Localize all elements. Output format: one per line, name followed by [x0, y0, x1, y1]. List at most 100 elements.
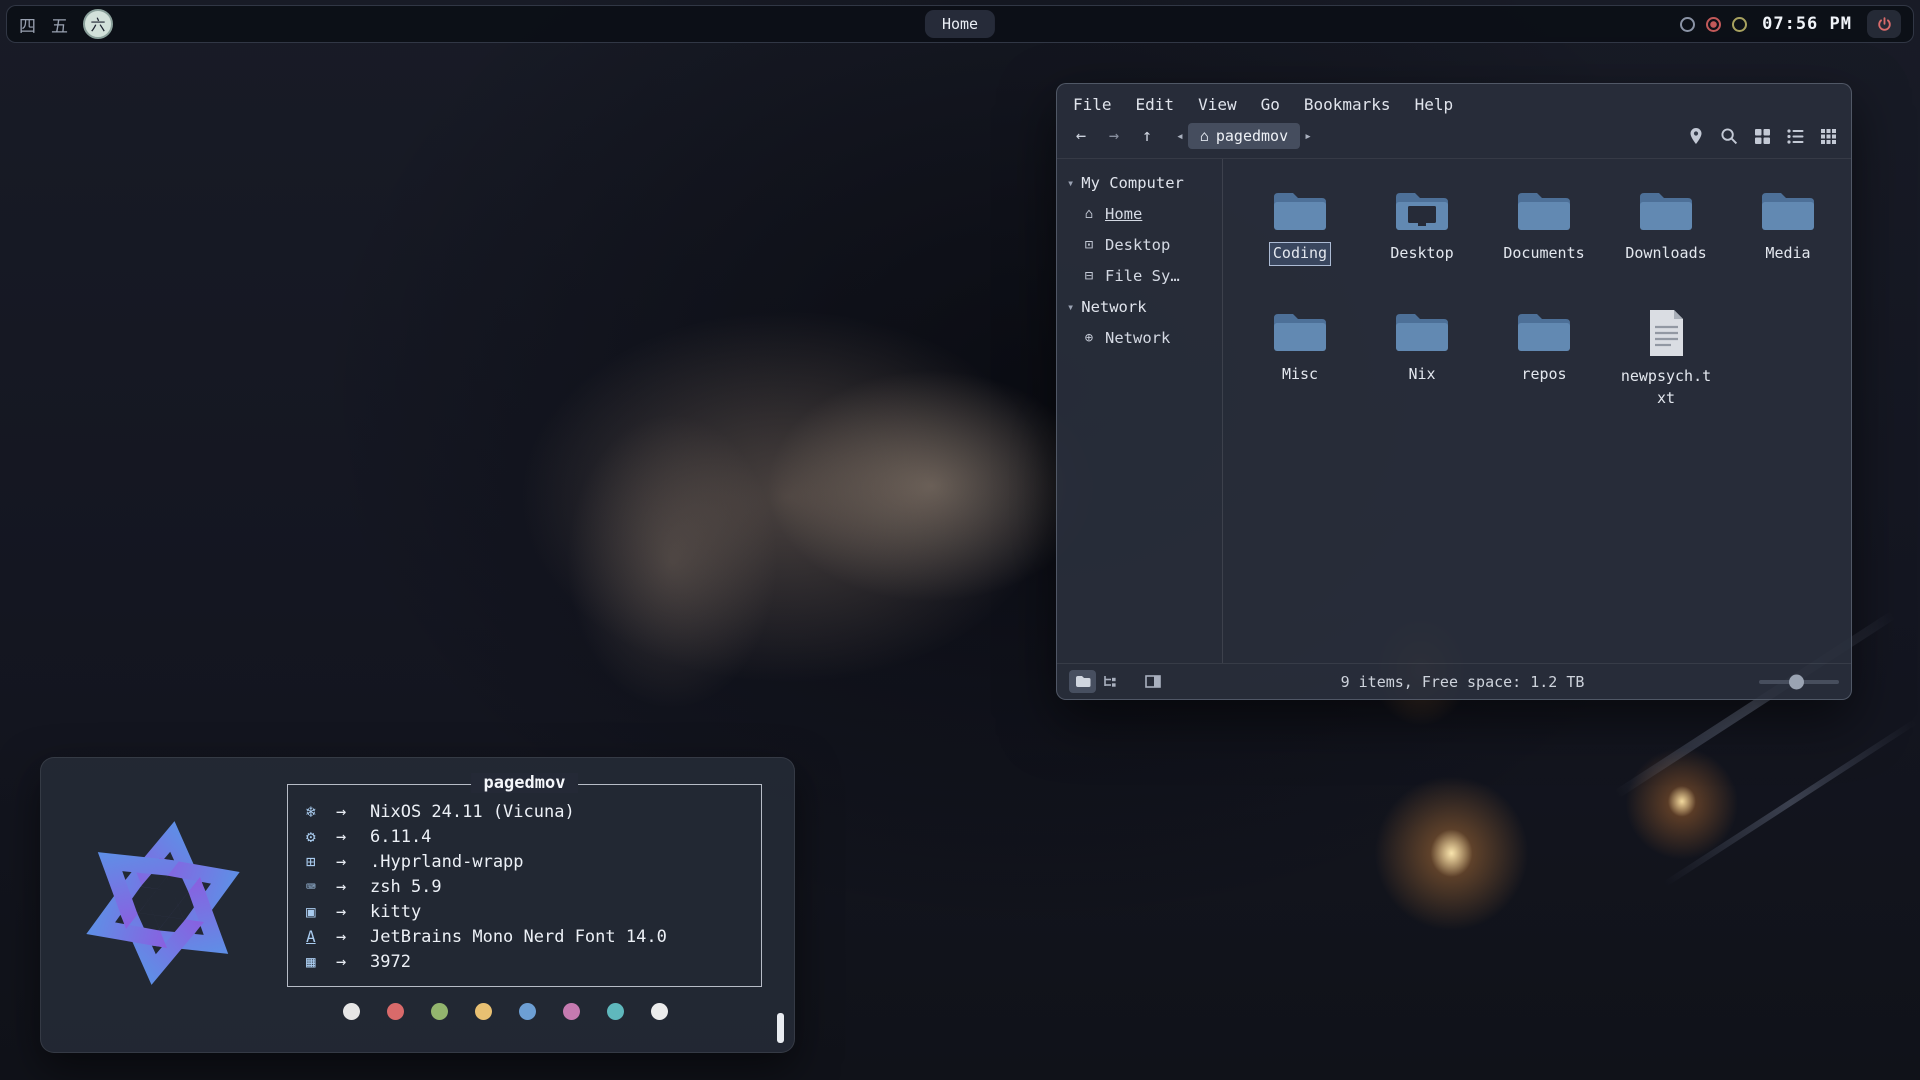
fetch-value: zsh 5.9	[370, 877, 442, 897]
file-manager-window: File Edit View Go Bookmarks Help ← → ↑ ◂…	[1056, 83, 1852, 700]
fetch-value: JetBrains Mono Nerd Font 14.0	[370, 927, 667, 947]
sidebar: ▾ My Computer ⌂ Home ⊡ Desktop ⊟ File Sy…	[1057, 159, 1223, 663]
compact-view-icon	[1819, 127, 1838, 146]
fetch-row-os: ❄ → NixOS 24.11 (Vicuna)	[306, 799, 743, 824]
top-bar-right: 07:56 PM	[1680, 10, 1901, 38]
file-item-newpsych-txt[interactable]: newpsych.txt	[1605, 308, 1727, 411]
sidepane-places-toggle[interactable]	[1069, 670, 1096, 693]
toolbar-right	[1683, 124, 1841, 148]
active-window-title: Home	[925, 10, 995, 38]
back-button[interactable]: ←	[1067, 123, 1095, 149]
folder-icon	[1758, 187, 1818, 235]
palette-dot	[519, 1003, 536, 1020]
terminal-color-palette	[343, 1003, 766, 1020]
sidebar-section-network[interactable]: ▾ Network	[1061, 291, 1218, 322]
search-button[interactable]	[1716, 124, 1742, 148]
sidebar-item-network[interactable]: ⊕ Network	[1061, 322, 1218, 353]
home-icon: ⌂	[1081, 206, 1097, 222]
file-item-documents[interactable]: Documents	[1483, 187, 1605, 266]
palette-dot	[475, 1003, 492, 1020]
globe-icon: ⊕	[1081, 330, 1097, 346]
status-bar: 9 items, Free space: 1.2 TB	[1057, 663, 1851, 699]
sidebar-item-label: Network	[1105, 329, 1170, 347]
grid-view-icon	[1753, 127, 1772, 146]
sidebar-item-label: Desktop	[1105, 236, 1170, 254]
file-item-misc[interactable]: Misc	[1239, 308, 1361, 411]
terminal-scrollbar-thumb[interactable]	[777, 1013, 784, 1043]
arrow-icon: →	[336, 902, 370, 922]
dual-pane-toggle[interactable]	[1139, 670, 1166, 693]
arrow-icon: →	[336, 802, 370, 822]
tray-status-icon[interactable]	[1732, 17, 1747, 32]
nixos-logo	[69, 809, 257, 1001]
icon-view-button[interactable]	[1749, 124, 1775, 148]
menu-file[interactable]: File	[1073, 95, 1112, 114]
sidebar-section-my-computer[interactable]: ▾ My Computer	[1061, 167, 1218, 198]
list-view-button[interactable]	[1782, 124, 1808, 148]
palette-dot	[387, 1003, 404, 1020]
power-button[interactable]	[1867, 10, 1901, 38]
forward-button[interactable]: →	[1100, 123, 1128, 149]
fetch-value: NixOS 24.11 (Vicuna)	[370, 802, 575, 822]
breadcrumb-scroll-right-icon[interactable]: ▸	[1300, 129, 1316, 144]
palette-dot	[607, 1003, 624, 1020]
file-item-nix[interactable]: Nix	[1361, 308, 1483, 411]
folder-icon	[1392, 308, 1452, 356]
file-manager-body: ▾ My Computer ⌂ Home ⊡ Desktop ⊟ File Sy…	[1057, 159, 1851, 663]
breadcrumb-scroll-left-icon[interactable]: ◂	[1172, 129, 1188, 144]
file-label: Documents	[1499, 242, 1588, 266]
menu-edit[interactable]: Edit	[1136, 95, 1175, 114]
folder-icon	[1270, 187, 1330, 235]
kernel-icon: ⚙	[306, 827, 336, 846]
menu-go[interactable]: Go	[1261, 95, 1280, 114]
file-item-downloads[interactable]: Downloads	[1605, 187, 1727, 266]
file-item-media[interactable]: Media	[1727, 187, 1849, 266]
arrow-icon: →	[336, 927, 370, 947]
tray-record-icon[interactable]	[1706, 17, 1721, 32]
breadcrumb-home-segment[interactable]: ⌂ pagedmov	[1188, 123, 1300, 149]
power-icon	[1876, 16, 1893, 33]
location-pin-button[interactable]	[1683, 124, 1709, 148]
arrow-icon: →	[336, 827, 370, 847]
menu-bookmarks[interactable]: Bookmarks	[1304, 95, 1391, 114]
workspace-4[interactable]: 四	[19, 12, 36, 37]
up-button[interactable]: ↑	[1133, 123, 1161, 149]
fetch-info-panel: pagedmov ❄ → NixOS 24.11 (Vicuna) ⚙ → 6.…	[287, 758, 766, 1052]
sidebar-item-home[interactable]: ⌂ Home	[1061, 198, 1218, 229]
arrow-icon: →	[336, 877, 370, 897]
file-grid-row: Coding Desktop Documen	[1239, 187, 1849, 266]
menu-bar: File Edit View Go Bookmarks Help	[1057, 84, 1851, 120]
folder-icon	[1514, 187, 1574, 235]
file-item-coding[interactable]: Coding	[1239, 187, 1361, 266]
compact-view-button[interactable]	[1815, 124, 1841, 148]
zoom-slider-knob[interactable]	[1789, 674, 1804, 689]
sidebar-item-filesystem[interactable]: ⊟ File Sy…	[1061, 260, 1218, 291]
tree-pane-icon	[1102, 675, 1118, 688]
sidepane-tree-toggle[interactable]	[1096, 670, 1123, 693]
zoom-slider[interactable]	[1759, 680, 1839, 684]
home-icon: ⌂	[1200, 127, 1209, 145]
fetch-row-terminal: ▣ → kitty	[306, 899, 743, 924]
fetch-value: kitty	[370, 902, 421, 922]
tray-indicator-icon[interactable]	[1680, 17, 1695, 32]
menu-view[interactable]: View	[1198, 95, 1237, 114]
fetch-row-packages: ▦ → 3972	[306, 949, 743, 974]
palette-dot	[343, 1003, 360, 1020]
folder-icon	[1514, 308, 1574, 356]
workspace-6-active[interactable]: 六	[83, 9, 113, 39]
desktop-folder-icon	[1392, 187, 1452, 235]
sidebar-item-desktop[interactable]: ⊡ Desktop	[1061, 229, 1218, 260]
breadcrumb: ◂ ⌂ pagedmov ▸	[1172, 123, 1316, 149]
fetch-terminal-window: pagedmov ❄ → NixOS 24.11 (Vicuna) ⚙ → 6.…	[40, 757, 795, 1053]
fetch-value: 3972	[370, 952, 411, 972]
palette-dot	[651, 1003, 668, 1020]
drive-icon: ⊟	[1081, 268, 1097, 284]
file-item-desktop[interactable]: Desktop	[1361, 187, 1483, 266]
file-item-repos[interactable]: repos	[1483, 308, 1605, 411]
menu-help[interactable]: Help	[1415, 95, 1454, 114]
file-grid: Coding Desktop Documen	[1223, 159, 1855, 663]
fetch-hostname: pagedmov	[471, 773, 579, 793]
workspace-5[interactable]: 五	[51, 12, 68, 37]
palette-dot	[563, 1003, 580, 1020]
pin-icon	[1686, 126, 1706, 146]
